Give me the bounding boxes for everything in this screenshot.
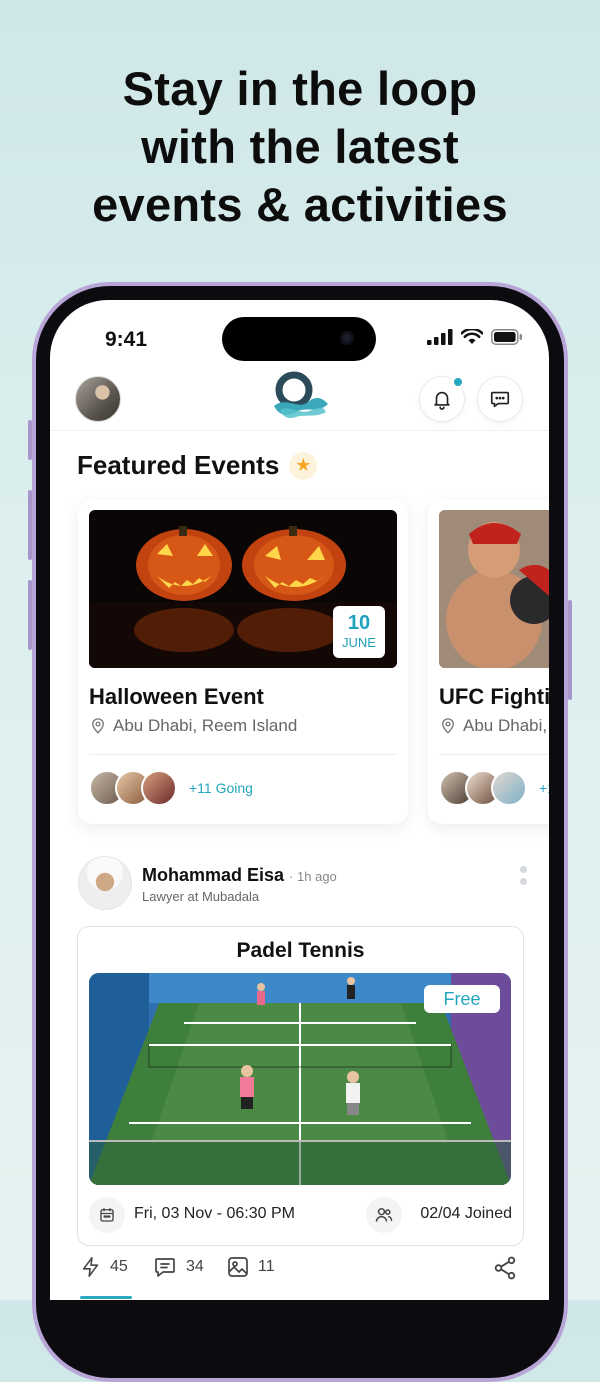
phone-power-button — [568, 600, 572, 700]
attendees-row[interactable]: +11 — [439, 770, 549, 806]
headline-line-3: events & activities — [92, 178, 508, 231]
star-icon: ★ — [289, 451, 318, 480]
event-location: Abu Dhabi, Reem Island — [89, 716, 297, 736]
author-avatar[interactable] — [78, 856, 132, 910]
people-icon — [366, 1197, 402, 1233]
phone-volume-down — [28, 580, 32, 650]
status-icons — [427, 329, 523, 345]
battery-icon — [491, 329, 522, 345]
activity-card[interactable]: Padel Tennis Free Fri, 03 Nov - 06:30 PM… — [77, 926, 524, 1246]
post-time: · 1h ago — [289, 869, 337, 884]
comment-icon — [155, 1258, 175, 1277]
activity-datetime: Fri, 03 Nov - 06:30 PM — [134, 1205, 295, 1222]
comment-button[interactable]: 34 — [152, 1255, 204, 1279]
event-title: Halloween Event — [89, 684, 264, 709]
event-card-halloween[interactable]: 10 JUNE Halloween Event Abu Dhabi, Reem … — [78, 500, 408, 824]
headline-line-2: with the latest — [141, 120, 459, 173]
headline-line-1: Stay in the loop — [122, 62, 478, 115]
notification-dot — [454, 378, 462, 386]
phone-volume-up — [28, 490, 32, 560]
going-count: +11 — [539, 780, 549, 796]
dynamic-island — [222, 317, 376, 361]
app-logo — [268, 370, 330, 425]
notifications-button[interactable] — [419, 376, 465, 422]
activity-title: Padel Tennis — [236, 939, 365, 962]
event-title: UFC Fighti — [439, 684, 549, 709]
event-date-badge: 10 JUNE — [333, 606, 385, 658]
status-time: 9:41 — [105, 328, 148, 351]
lightning-icon — [82, 1257, 99, 1277]
signal-icon — [427, 329, 453, 345]
card-divider — [89, 754, 397, 755]
post-header: Mohammad Eisa · 1h ago Lawyer at Mubadal… — [78, 856, 528, 912]
price-badge: Free — [424, 985, 500, 1013]
share-button[interactable] — [492, 1255, 518, 1281]
event-location: Abu Dhabi, — [439, 716, 547, 736]
attendee-avatar — [491, 770, 527, 806]
phone-mute-button — [28, 420, 32, 460]
more-options-icon[interactable] — [520, 866, 528, 890]
location-pin-icon — [92, 718, 104, 734]
top-app-bar — [50, 370, 549, 431]
image-icon — [228, 1257, 248, 1277]
share-icon — [494, 1256, 516, 1280]
activity-details-row: Fri, 03 Nov - 06:30 PM 02/04 Joined — [89, 1195, 512, 1235]
attendee-avatar — [141, 770, 177, 806]
event-image-halloween: 10 JUNE — [89, 510, 397, 668]
featured-events-header: Featured Events ★ — [77, 450, 318, 481]
wifi-icon — [461, 329, 483, 344]
location-pin-icon — [442, 718, 454, 734]
headline: Stay in the loop with the latest events … — [0, 60, 600, 234]
event-image-ufc — [439, 510, 549, 668]
card-divider — [439, 754, 549, 755]
section-title: Featured Events — [77, 450, 280, 480]
photos-button[interactable]: 11 — [226, 1255, 275, 1279]
calendar-icon — [89, 1197, 125, 1233]
app-screen: 9:41 Featured Events ★ 10 JUNE Halloween… — [50, 300, 549, 1300]
event-card-ufc[interactable]: UFC Fighti Abu Dhabi, +11 — [428, 500, 549, 824]
bell-icon — [434, 391, 450, 410]
going-count: +11 Going — [189, 780, 253, 796]
joined-count: 02/04 Joined — [420, 1205, 512, 1222]
attendees-row[interactable]: +11 Going — [89, 770, 253, 806]
active-indicator — [80, 1296, 132, 1299]
activity-image: Free — [89, 973, 511, 1185]
author-role: Lawyer at Mubadala — [142, 889, 260, 904]
profile-avatar[interactable] — [75, 376, 121, 422]
post-actions: 45 34 11 — [80, 1255, 520, 1287]
messages-button[interactable] — [477, 376, 523, 422]
like-button[interactable]: 45 — [80, 1255, 128, 1279]
chat-icon — [490, 391, 510, 408]
author-name[interactable]: Mohammad Eisa · 1h ago — [142, 865, 337, 886]
